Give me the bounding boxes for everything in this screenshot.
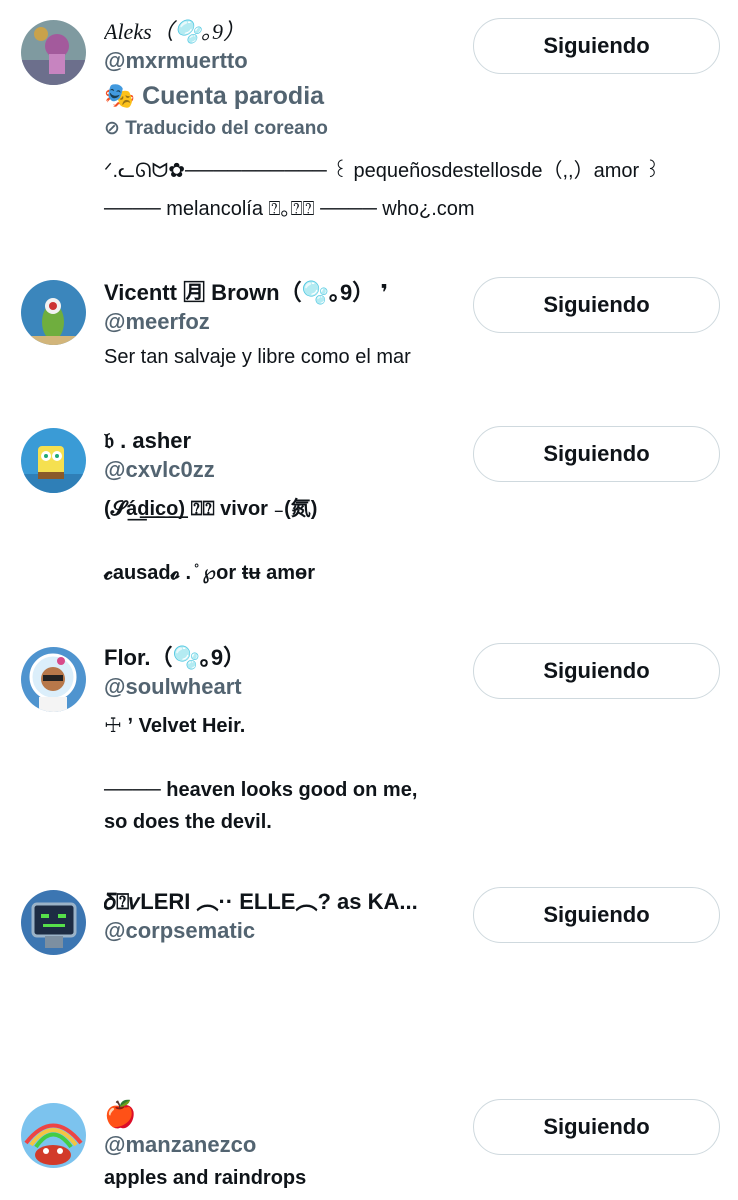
user-name: Vicentt 🈷 Brown（🫧｡9） ❜ bbox=[104, 280, 388, 305]
following-button[interactable]: Siguiendo bbox=[473, 1099, 720, 1155]
following-button[interactable]: Siguiendo bbox=[473, 426, 720, 482]
bio-line: so does the devil. bbox=[104, 811, 272, 833]
bio-line: ☩ ʼ Velvet Heir. bbox=[104, 715, 246, 737]
bio-line: (𝓢á͟d͟i͟c͟o͟) ⍰⍰ vivor ₋(氮) bbox=[104, 498, 318, 520]
user-name: Flor.（🫧｡9） bbox=[104, 645, 246, 670]
following-button[interactable]: Siguiendo bbox=[473, 277, 720, 333]
avatar[interactable] bbox=[21, 280, 86, 345]
user-handle[interactable]: @meerfoz bbox=[104, 307, 464, 337]
user-name: 🍎 bbox=[104, 1099, 137, 1129]
avatar[interactable] bbox=[21, 20, 86, 85]
bio-line: ──── melancolía ⍰｡⍰⍰ ──── who¿.com bbox=[104, 198, 475, 220]
following-button[interactable]: Siguiendo bbox=[473, 887, 720, 943]
bio-line: ᐟ.ᓚᘏᗢ✿────────── ꒰ pequeñosdestellosde（,… bbox=[104, 160, 661, 182]
user-handle[interactable]: @cxvlc0zz bbox=[104, 455, 464, 485]
avatar[interactable] bbox=[21, 890, 86, 955]
user-bio: ᐟ.ᓚᘏᗢ✿────────── ꒰ pequeñosdestellosde（,… bbox=[104, 152, 661, 228]
user-bio: apples and raindrops bbox=[104, 1162, 464, 1194]
user-handle[interactable]: @corpsematic bbox=[104, 916, 464, 946]
user-bio: (𝓢á͟d͟i͟c͟o͟) ⍰⍰ vivor ₋(氮) 𝓬ausad𝓸 . ̊ … bbox=[104, 493, 464, 589]
user-handle[interactable]: @manzanezco bbox=[104, 1130, 464, 1160]
user-bio: Ser tan salvaje y libre como el mar bbox=[104, 341, 464, 373]
user-bio: ☩ ʼ Velvet Heir. ──── heaven looks good … bbox=[104, 710, 464, 838]
following-button[interactable]: Siguiendo bbox=[473, 18, 720, 74]
translated-label[interactable]: ⊘ Traducido del coreano bbox=[104, 114, 464, 144]
bio-line: 𝓬ausad𝓸 . ̊ ℘or ŧʉ amɵr bbox=[104, 562, 316, 584]
avatar[interactable] bbox=[21, 1103, 86, 1168]
bio-line: Ser tan salvaje y libre como el mar bbox=[104, 346, 411, 368]
following-button[interactable]: Siguiendo bbox=[473, 643, 720, 699]
bio-line bbox=[104, 742, 464, 774]
user-name: 𝛿⍰𝜈LERI ︵·· ELLE︵? as KA... bbox=[104, 889, 418, 914]
bio-line: apples and raindrops bbox=[104, 1167, 307, 1189]
bio-line bbox=[104, 525, 464, 557]
avatar[interactable] bbox=[21, 647, 86, 712]
bio-line: ──── heaven looks good on me, bbox=[104, 779, 418, 801]
parody-badge: 🎭 Cuenta parodia bbox=[104, 82, 325, 110]
user-name: Aleks（🫧｡9） bbox=[104, 19, 246, 44]
avatar[interactable] bbox=[21, 428, 86, 493]
user-handle[interactable]: @mxrmuertto bbox=[104, 46, 464, 76]
user-name: 𝔟 . asher bbox=[104, 428, 192, 453]
user-handle[interactable]: @soulwheart bbox=[104, 672, 464, 702]
